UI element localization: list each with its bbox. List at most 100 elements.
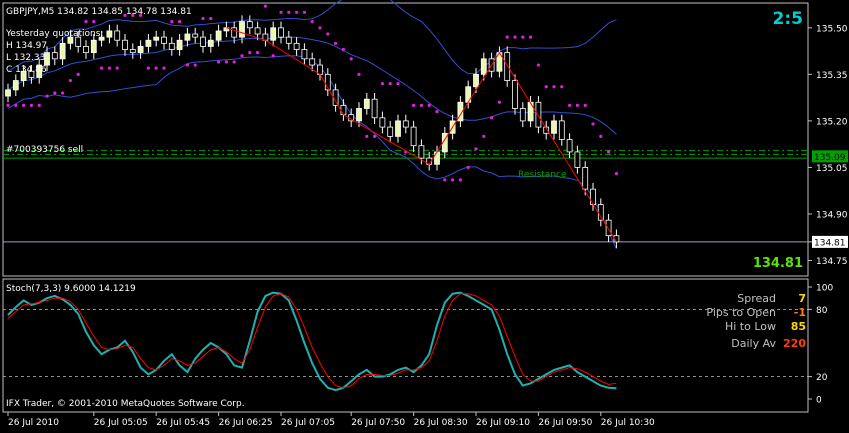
sar-dot [396,82,400,86]
candle-body [566,139,573,153]
sar-dot [529,35,533,39]
candle-body [137,46,144,54]
sar-dot [6,103,10,107]
time-tick-label: 26 Jul 05:05 [94,418,148,428]
yesterday-line-3: L 132.33 [6,53,45,63]
candle-body [387,126,394,137]
candle-body [402,120,409,128]
stoch-tick-label: 100 [816,284,833,294]
band-lower [7,55,617,250]
time-tick-label: 26 Jul 09:50 [538,418,592,428]
stoch-tick-label: 0 [816,396,822,406]
sar-dot [170,20,174,24]
sar-dot [513,35,517,39]
candle-body [340,104,347,116]
order-label: #700393756 sell [6,145,83,155]
candle-body [504,52,511,81]
sar-dot [599,134,603,138]
sar-dot [490,116,494,120]
time-tick-label: 26 Jul 08:30 [414,418,468,428]
time-tick-label: 26 Jul 05:45 [156,418,210,428]
candle-body [90,39,97,54]
resistance-label: Resistance [518,170,567,180]
candle-body [363,98,370,109]
candle-body [309,58,316,66]
info-hilo-value: 85 [791,320,806,333]
sar-dot [107,66,111,70]
info-hilo-label: Hi to Low [725,320,776,333]
sar-dot [583,103,587,107]
sar-dot [185,63,189,67]
candle-body [418,145,425,159]
candle-body [551,120,557,134]
candle-body [293,42,300,50]
sar-dot [287,10,291,14]
sar-dot [263,4,267,8]
sar-dot [341,47,345,52]
sar-dot [435,109,439,114]
stoch-title: Stoch(7,3,3) 9.6000 14.1219 [6,284,136,294]
time-tick-label: 26 Jul 2010 [8,418,59,428]
sar-dot [154,66,158,70]
price-tick-label: 135.20 [816,117,848,127]
info-daily-label: Daily Av [731,337,776,350]
price-tick-label: 134.75 [816,257,848,267]
sar-dot [193,63,197,67]
sar-dot [552,85,556,89]
candle-body [184,33,191,41]
time-tick-label: 26 Jul 07:05 [281,418,335,428]
candle-body [480,58,487,75]
candle-body [106,30,113,38]
candle-body [114,30,121,41]
sar-dot [271,54,275,58]
sar-dot [326,32,330,36]
candle-body [519,108,526,122]
price-tick-label: 134.81 [814,238,846,248]
sar-dot [295,10,299,14]
candle-body [145,39,152,47]
price-tick-label: 134.90 [816,210,848,220]
sar-dot [427,103,431,107]
candle-body [215,30,222,41]
sar-dot [162,66,166,70]
sar-dot [92,20,96,24]
candle-body [207,39,214,47]
sar-dot [474,147,478,151]
candle-body [161,36,167,44]
candle-body [356,108,362,122]
candle-body [122,39,128,50]
price-tick-label: 135.50 [816,24,848,34]
info-pips-label: Pips to Open [706,306,776,319]
price-tick-label: 135.35 [816,71,848,81]
order-level-label: 135.09 [814,153,846,163]
sar-dot [575,103,580,107]
candle-body [83,46,89,54]
candle-body [512,80,518,109]
time-tick-label: 26 Jul 09:10 [476,418,530,428]
sar-dot [536,63,541,67]
sar-dot [14,103,18,107]
candle-body [285,36,292,44]
candle-body [200,36,206,47]
candle-body [231,27,238,38]
candle-body [51,52,58,60]
sar-dot [443,178,447,182]
trading-chart: 100 80 20 0 135.50 135.35 135.20 135.05 134.90 1… [2,0,848,428]
sar-dot [37,103,41,107]
sar-dot [279,10,283,14]
candle-body [5,89,11,97]
candle-body [395,120,401,137]
sar-dot [240,54,244,58]
candle-body [192,33,199,38]
sar-dot [217,60,221,64]
sar-dot [115,66,119,70]
sar-dot [380,82,384,86]
chart-title: GBPJPY,M5 134.82 134.85 134.78 134.81 [6,7,192,17]
candle-body [176,39,183,50]
sar-dot [248,51,252,55]
sar-dot [334,41,338,45]
time-tick-label: 26 Jul 07:50 [351,418,405,428]
candle-body [129,49,136,54]
sar-dot [388,82,392,86]
sar-dot [310,20,314,24]
